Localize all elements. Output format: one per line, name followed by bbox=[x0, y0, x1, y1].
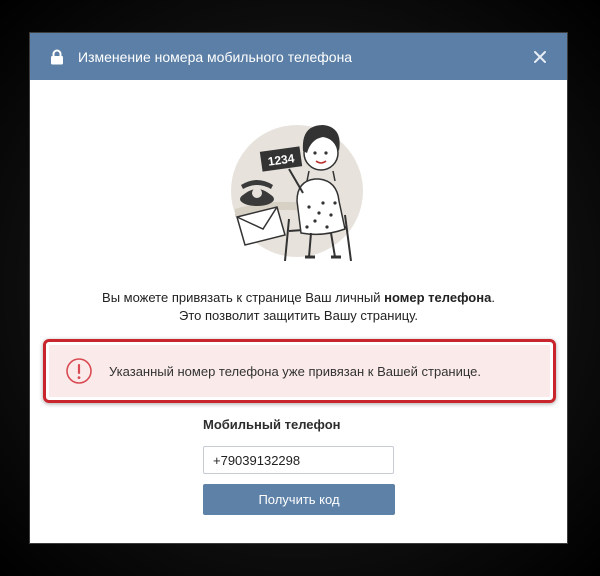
lock-icon bbox=[50, 49, 66, 65]
description-bold: номер телефона bbox=[384, 290, 492, 305]
description: Вы можете привязать к странице Ваш личны… bbox=[30, 289, 567, 325]
error-message: Указанный номер телефона уже привязан к … bbox=[109, 363, 482, 379]
error-highlight: Указанный номер телефона уже привязан к … bbox=[43, 339, 556, 403]
dialog-header: Изменение номера мобильного телефона bbox=[30, 33, 567, 80]
phone-illustration: 1234 bbox=[231, 125, 363, 261]
description-line-1: Вы можете привязать к странице Ваш личны… bbox=[30, 289, 567, 307]
exclamation-circle-icon bbox=[66, 358, 92, 384]
phone-input[interactable] bbox=[203, 446, 394, 474]
change-phone-dialog: Изменение номера мобильного телефона 123… bbox=[30, 33, 567, 543]
description-suffix: . bbox=[491, 290, 495, 305]
dialog-title: Изменение номера мобильного телефона bbox=[78, 48, 353, 65]
phone-label: Мобильный телефон bbox=[203, 417, 341, 432]
description-prefix: Вы можете привязать к странице Ваш личны… bbox=[102, 290, 385, 305]
screen-background: Изменение номера мобильного телефона 123… bbox=[0, 0, 600, 576]
close-icon[interactable] bbox=[529, 46, 551, 68]
get-code-button[interactable]: Получить код bbox=[203, 484, 395, 515]
error-alert: Указанный номер телефона уже привязан к … bbox=[49, 345, 550, 397]
description-line-2: Это позволит защитить Вашу страницу. bbox=[179, 308, 418, 323]
